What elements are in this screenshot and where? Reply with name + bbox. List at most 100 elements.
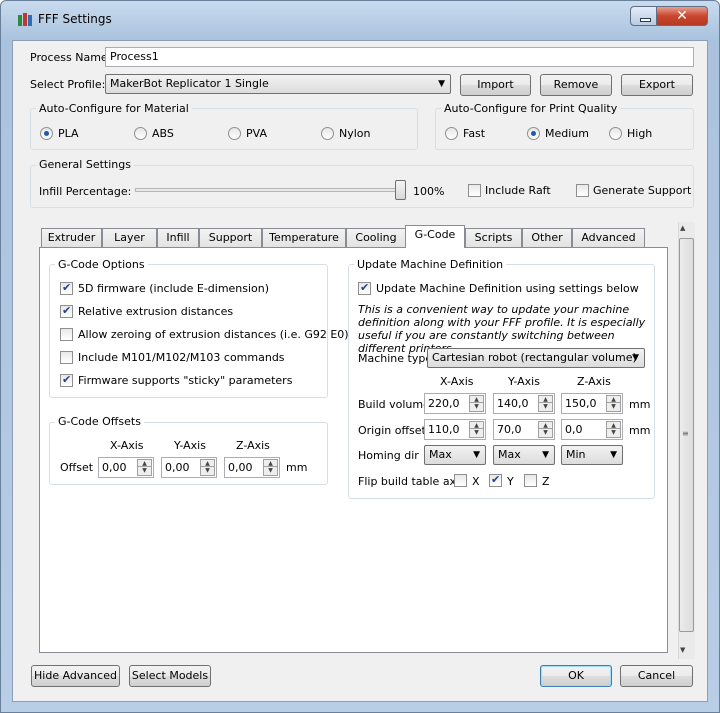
tab-cooling[interactable]: Cooling [346, 228, 406, 247]
build-volume-label: Build volume [358, 398, 430, 411]
spin-down-icon[interactable]: ▼ [469, 402, 484, 412]
material-radio-pla[interactable] [40, 127, 53, 140]
spin-down-icon[interactable]: ▼ [606, 428, 621, 438]
origin-offset-z-value: 0,0 [565, 423, 583, 436]
machine-y-axis-header: Y-Axis [508, 375, 540, 388]
update-machine-label: Update Machine Definition using settings… [376, 282, 639, 295]
generate-support-label: Generate Support [593, 184, 692, 197]
origin-offset-x-spinbox[interactable]: 110,0 ▲ ▼ [424, 419, 486, 440]
homing-y-value: Max [498, 448, 521, 461]
select-profile-label: Select Profile: [30, 78, 106, 91]
infill-percentage-label: Infill Percentage: [39, 185, 132, 198]
homing-x-value: Max [429, 448, 452, 461]
material-radio-abs[interactable] [134, 127, 147, 140]
select-models-button[interactable]: Select Models [129, 665, 211, 687]
quality-group-title: Auto-Configure for Print Quality [441, 102, 621, 115]
option-allow-zeroing-checkbox[interactable] [60, 328, 73, 341]
machine-z-axis-header: Z-Axis [577, 375, 611, 388]
generate-support-checkbox[interactable] [576, 184, 589, 197]
option-5d-firmware-checkbox[interactable] [60, 281, 73, 295]
flip-x-label: X [472, 475, 480, 488]
origin-offset-label: Origin offset [358, 424, 426, 437]
export-button[interactable]: Export [621, 74, 693, 96]
tab-scripts[interactable]: Scripts [465, 228, 522, 247]
include-raft-checkbox[interactable] [468, 184, 481, 197]
origin-offset-y-spinbox[interactable]: 70,0 ▲ ▼ [493, 419, 555, 440]
tab-infill[interactable]: Infill [157, 228, 199, 247]
build-volume-y-spinbox[interactable]: 140,0 ▲ ▼ [493, 393, 555, 414]
offset-y-axis-header: Y-Axis [174, 439, 206, 452]
quality-radio-medium[interactable] [527, 127, 540, 140]
infill-slider-track[interactable] [135, 188, 405, 192]
option-m101-commands-label: Include M101/M102/M103 commands [78, 351, 285, 364]
spin-down-icon[interactable]: ▼ [538, 402, 553, 412]
profile-select[interactable]: MakerBot Replicator 1 Single ▼ [105, 74, 451, 94]
update-machine-checkbox[interactable] [358, 281, 371, 295]
option-sticky-parameters-label: Firmware supports "sticky" parameters [78, 374, 293, 387]
homing-y-select[interactable]: Max ▼ [493, 445, 555, 465]
tab-layer[interactable]: Layer [102, 228, 157, 247]
offset-y-spinbox[interactable]: 0,00 ▲ ▼ [161, 457, 217, 478]
minimize-button[interactable] [630, 6, 657, 26]
quality-radio-fast[interactable] [445, 127, 458, 140]
quality-radio-high[interactable] [609, 127, 622, 140]
machine-type-value: Cartesian robot (rectangular volume) [432, 351, 637, 364]
homing-x-select[interactable]: Max ▼ [424, 445, 486, 465]
scroll-down-icon[interactable]: ▼ [680, 646, 685, 654]
flip-y-checkbox[interactable] [489, 473, 502, 487]
build-volume-unit: mm [629, 398, 651, 411]
option-relative-extrusion-checkbox[interactable] [60, 304, 73, 318]
tab-other[interactable]: Other [522, 228, 572, 247]
machine-type-label: Machine type [358, 352, 433, 365]
offset-x-spinbox[interactable]: 0,00 ▲ ▼ [98, 457, 154, 478]
scroll-up-icon[interactable]: ▲ [680, 224, 685, 232]
build-volume-z-spinbox[interactable]: 150,0 ▲ ▼ [561, 393, 623, 414]
tab-temperature[interactable]: Temperature [262, 228, 346, 247]
material-label-pva: PVA [246, 127, 267, 140]
import-button[interactable]: Import [460, 74, 531, 96]
machine-x-axis-header: X-Axis [440, 375, 474, 388]
hide-advanced-button[interactable]: Hide Advanced [31, 665, 120, 687]
window-title: FFF Settings [38, 12, 112, 26]
origin-offset-z-spinbox[interactable]: 0,0 ▲ ▼ [561, 419, 623, 440]
spin-down-icon[interactable]: ▼ [263, 466, 278, 476]
spin-down-icon[interactable]: ▼ [606, 402, 621, 412]
tab-extruder[interactable]: Extruder [41, 228, 102, 247]
homing-z-select[interactable]: Min ▼ [561, 445, 623, 465]
gcode-offsets-title: G-Code Offsets [55, 415, 144, 428]
minimize-icon [640, 18, 651, 22]
infill-value: 100% [413, 185, 445, 198]
spin-down-icon[interactable]: ▼ [137, 466, 152, 476]
infill-slider-thumb[interactable] [395, 180, 406, 200]
tab-support[interactable]: Support [199, 228, 262, 247]
machine-type-select[interactable]: Cartesian robot (rectangular volume) ▼ [427, 348, 645, 368]
quality-label-medium: Medium [545, 127, 589, 140]
profile-select-value: MakerBot Replicator 1 Single [110, 77, 269, 90]
remove-button[interactable]: Remove [540, 74, 612, 96]
tab-advanced[interactable]: Advanced [572, 228, 645, 247]
material-radio-nylon[interactable] [321, 127, 334, 140]
cancel-button[interactable]: Cancel [620, 665, 693, 687]
tab-gcode[interactable]: G-Code [405, 225, 465, 248]
offset-unit-label: mm [286, 461, 308, 474]
flip-x-checkbox[interactable] [454, 474, 467, 487]
option-m101-commands-checkbox[interactable] [60, 351, 73, 364]
chevron-down-icon: ▼ [542, 450, 549, 460]
spin-down-icon[interactable]: ▼ [200, 466, 215, 476]
offset-z-spinbox[interactable]: 0,00 ▲ ▼ [224, 457, 280, 478]
flip-z-checkbox[interactable] [524, 474, 537, 487]
quality-label-high: High [627, 127, 653, 140]
chevron-down-icon: ▼ [632, 353, 639, 363]
homing-z-value: Min [566, 448, 586, 461]
option-sticky-parameters-checkbox[interactable] [60, 373, 73, 387]
gcode-options-title: G-Code Options [55, 258, 148, 271]
offset-row-label: Offset [60, 461, 94, 474]
build-volume-x-spinbox[interactable]: 220,0 ▲ ▼ [424, 393, 486, 414]
ok-button[interactable]: OK [540, 665, 612, 687]
close-button[interactable]: ✕ [656, 6, 708, 26]
process-name-input[interactable]: Process1 [105, 47, 694, 67]
material-radio-pva[interactable] [228, 127, 241, 140]
spin-down-icon[interactable]: ▼ [538, 428, 553, 438]
option-5d-firmware-label: 5D firmware (include E-dimension) [78, 282, 270, 295]
spin-down-icon[interactable]: ▼ [469, 428, 484, 438]
